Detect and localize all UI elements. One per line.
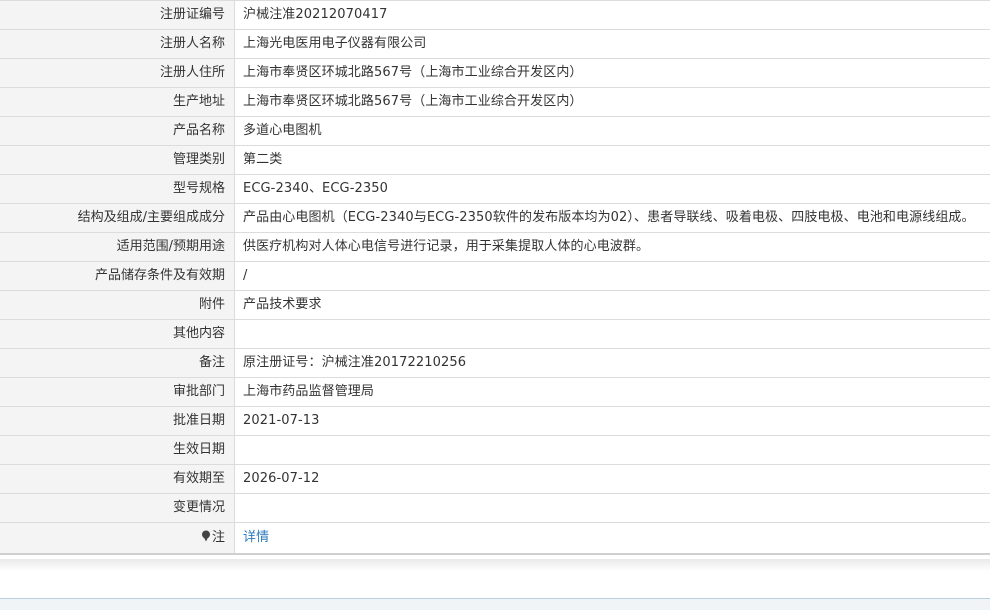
field-label: 注册证编号 — [0, 1, 235, 30]
field-label: 注册人住所 — [0, 59, 235, 88]
field-value: 第二类 — [235, 146, 990, 175]
field-label: 其他内容 — [0, 320, 235, 349]
table-row: 注册人住所 上海市奉贤区环城北路567号（上海市工业综合开发区内） — [0, 59, 990, 88]
field-label: 有效期至 — [0, 465, 235, 494]
table-row: 注册人名称 上海光电医用电子仪器有限公司 — [0, 30, 990, 59]
field-value: 沪械注准20212070417 — [235, 1, 990, 30]
field-value: 上海市奉贤区环城北路567号（上海市工业综合开发区内） — [235, 88, 990, 117]
table-row: 生效日期 — [0, 436, 990, 465]
note-label-cell: 注 — [0, 523, 235, 555]
table-row: 管理类别 第二类 — [0, 146, 990, 175]
table-row: 批准日期 2021-07-13 — [0, 407, 990, 436]
field-label: 审批部门 — [0, 378, 235, 407]
field-label: 批准日期 — [0, 407, 235, 436]
field-label: 生效日期 — [0, 436, 235, 465]
table-row: 有效期至 2026-07-12 — [0, 465, 990, 494]
table-row: 变更情况 — [0, 494, 990, 523]
pin-icon — [201, 530, 211, 542]
field-value: 产品技术要求 — [235, 291, 990, 320]
field-label: 结构及组成/主要组成成分 — [0, 204, 235, 233]
note-label: 注 — [212, 530, 225, 545]
field-label: 适用范围/预期用途 — [0, 233, 235, 262]
field-value: 原注册证号：沪械注准20172210256 — [235, 349, 990, 378]
table-row: 产品储存条件及有效期 / — [0, 262, 990, 291]
field-label: 附件 — [0, 291, 235, 320]
field-value: / — [235, 262, 990, 291]
field-value — [235, 320, 990, 349]
field-value: 产品由心电图机（ECG-2340与ECG-2350软件的发布版本均为02）、患者… — [235, 204, 990, 233]
table-row: 其他内容 — [0, 320, 990, 349]
registration-detail-panel: 注册证编号 沪械注准20212070417 注册人名称 上海光电医用电子仪器有限… — [0, 0, 990, 555]
field-value — [235, 436, 990, 465]
field-label: 变更情况 — [0, 494, 235, 523]
table-row: 生产地址 上海市奉贤区环城北路567号（上海市工业综合开发区内） — [0, 88, 990, 117]
field-label: 型号规格 — [0, 175, 235, 204]
table-row: 附件 产品技术要求 — [0, 291, 990, 320]
field-label: 注册人名称 — [0, 30, 235, 59]
field-label: 管理类别 — [0, 146, 235, 175]
field-label: 生产地址 — [0, 88, 235, 117]
field-value: 2021-07-13 — [235, 407, 990, 436]
field-label: 产品名称 — [0, 117, 235, 146]
table-row: 注册证编号 沪械注准20212070417 — [0, 1, 990, 30]
field-value: ECG-2340、ECG-2350 — [235, 175, 990, 204]
table-row: 审批部门 上海市药品监督管理局 — [0, 378, 990, 407]
table-row: 适用范围/预期用途 供医疗机构对人体心电信号进行记录，用于采集提取人体的心电波群… — [0, 233, 990, 262]
note-value: 详情 — [235, 523, 990, 555]
field-label: 产品储存条件及有效期 — [0, 262, 235, 291]
field-label: 备注 — [0, 349, 235, 378]
field-value: 上海光电医用电子仪器有限公司 — [235, 30, 990, 59]
field-value — [235, 494, 990, 523]
field-value: 上海市药品监督管理局 — [235, 378, 990, 407]
field-value: 供医疗机构对人体心电信号进行记录，用于采集提取人体的心电波群。 — [235, 233, 990, 262]
field-value: 上海市奉贤区环城北路567号（上海市工业综合开发区内） — [235, 59, 990, 88]
table-row: 备注 原注册证号：沪械注准20172210256 — [0, 349, 990, 378]
field-value: 多道心电图机 — [235, 117, 990, 146]
table-row: 结构及组成/主要组成成分 产品由心电图机（ECG-2340与ECG-2350软件… — [0, 204, 990, 233]
note-row: 注 详情 — [0, 523, 990, 555]
registration-detail-table: 注册证编号 沪械注准20212070417 注册人名称 上海光电医用电子仪器有限… — [0, 0, 990, 555]
field-value: 2026-07-12 — [235, 465, 990, 494]
panel-shadow — [0, 559, 990, 571]
bottom-bar — [0, 598, 990, 610]
details-link[interactable]: 详情 — [243, 530, 269, 545]
table-row: 产品名称 多道心电图机 — [0, 117, 990, 146]
table-row: 型号规格 ECG-2340、ECG-2350 — [0, 175, 990, 204]
